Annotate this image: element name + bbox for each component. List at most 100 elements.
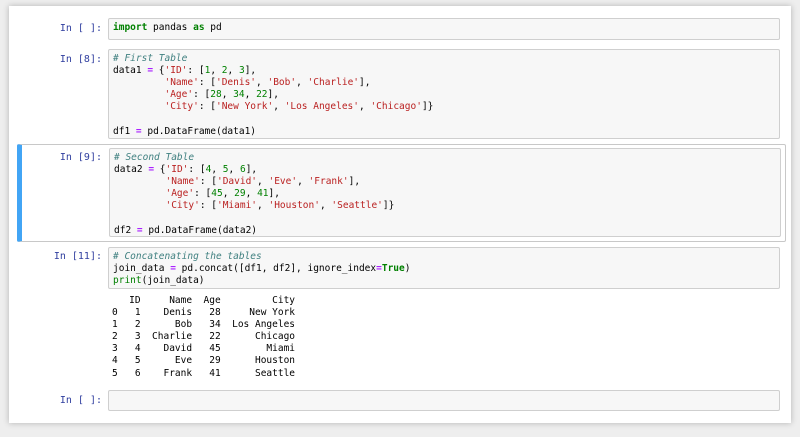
code-editor[interactable]: # Concatenating the tables join_data = p… — [108, 247, 780, 289]
code-token: : [ — [199, 176, 217, 188]
output-line: ID Name Age City — [112, 295, 296, 306]
code-token: print — [113, 275, 142, 287]
cell-prompt: In [8]: — [59, 54, 102, 65]
code-token: { — [153, 65, 165, 77]
code-token: 'City' — [164, 101, 199, 113]
output-line: 0 1 Denis 28 New York — [112, 307, 296, 319]
output-line: 3 4 David 45 Miami — [112, 343, 296, 355]
code-token: data2 — [114, 164, 149, 176]
code-token: , — [257, 176, 269, 188]
code-editor[interactable] — [108, 390, 780, 411]
code-token: , — [244, 89, 257, 101]
code-token: 'David' — [216, 176, 258, 188]
code-cell-import[interactable]: In [ ]: import pandas as pd — [21, 17, 787, 43]
code-token: True — [381, 263, 405, 275]
code-token: 'Miami' — [216, 200, 258, 212]
cell-prompt: In [9]: — [59, 152, 102, 163]
code-token: , — [245, 188, 258, 200]
code-token: 'Los Angeles' — [284, 101, 359, 113]
code-token: 'ID' — [164, 65, 188, 77]
code-token: : [ — [198, 77, 216, 89]
code-token: 'ID' — [165, 164, 189, 176]
code-token: : [ — [187, 65, 205, 77]
code-token: # Concatenating the tables — [113, 251, 262, 262]
output-text: ID Name Age City 0 1 Denis 28 New York 1… — [108, 295, 780, 380]
code-token: 'Chicago' — [370, 101, 422, 113]
code-token: 41 — [257, 188, 269, 200]
code-token: { — [154, 164, 166, 176]
code-token: , — [296, 77, 308, 89]
code-token: 'Name' — [165, 176, 200, 188]
code-token: 'Denis' — [215, 77, 257, 89]
code-token: : [ — [199, 200, 217, 212]
code-token: : [ — [194, 188, 212, 200]
output-line: 5 6 Frank 41 Seattle — [112, 367, 296, 379]
code-token: # Second Table — [114, 152, 195, 163]
code-token: , — [319, 200, 332, 212]
code-token: 'Age' — [165, 188, 195, 200]
code-token: ]} — [421, 101, 434, 113]
code-token: , — [227, 65, 239, 77]
code-token: 28 — [210, 89, 222, 101]
code-token: : [ — [198, 101, 216, 113]
output-line: 4 5 Eve 29 Houston — [112, 355, 296, 367]
code-token: df2 — [114, 224, 137, 236]
code-text — [109, 391, 779, 397]
code-token: join_data — [113, 263, 171, 275]
code-token: ], — [244, 65, 257, 77]
code-token: 'Frank' — [308, 176, 349, 188]
code-token: ], — [267, 89, 279, 101]
code-cell-first-table[interactable]: In [8]: # First Table data1 = {'ID': [1,… — [21, 48, 787, 142]
code-token: , — [222, 188, 235, 200]
code-text: # Concatenating the tables join_data = p… — [109, 248, 779, 290]
cell-prompt: In [ ]: — [59, 395, 102, 406]
code-cell-second-table[interactable]: In [9]: # Second Table data2 = {'ID': [4… — [17, 144, 786, 242]
code-token: pandas — [147, 22, 194, 33]
output-line: 2 3 Charlie 22 Chicago — [112, 331, 296, 343]
notebook-container: In [ ]: import pandas as pd In [8]: # Fi… — [9, 6, 791, 423]
code-token: 'Seattle' — [331, 200, 383, 212]
code-text: # First Table data1 = {'ID': [1, 2, 3], … — [109, 50, 779, 141]
code-token: , — [211, 164, 223, 176]
code-token: 'Bob' — [267, 77, 297, 89]
code-token: 'Eve' — [268, 176, 298, 188]
cell-prompt: In [11]: — [53, 251, 102, 262]
output-line: 1 2 Bob 34 Los Angeles — [112, 319, 296, 331]
code-token: 'Houston' — [268, 200, 320, 212]
code-cell-concatenate[interactable]: In [11]: # Concatenating the tables join… — [21, 246, 787, 384]
code-token: ]} — [382, 200, 395, 212]
code-editor[interactable]: # First Table data1 = {'ID': [1, 2, 3], … — [108, 49, 780, 139]
code-token: , — [256, 77, 268, 89]
code-token: ], — [348, 176, 361, 188]
code-token: 'Name' — [164, 77, 199, 89]
code-text: # Second Table data2 = {'ID': [4, 5, 6],… — [110, 149, 780, 240]
code-token: 'Age' — [164, 89, 194, 101]
code-token: : [ — [188, 164, 206, 176]
code-editor[interactable]: import pandas as pd — [108, 18, 780, 40]
code-editor[interactable]: # Second Table data2 = {'ID': [4, 5, 6],… — [109, 148, 781, 237]
code-token: , — [257, 200, 269, 212]
code-token: 'Charlie' — [307, 77, 360, 89]
code-token: 45 — [211, 188, 223, 200]
code-cell-empty[interactable]: In [ ]: — [21, 389, 787, 413]
code-token: 34 — [233, 89, 245, 101]
code-token: df1 — [113, 125, 136, 137]
code-token: pd.concat([df1, df2], ignore_index — [175, 263, 377, 275]
cell-output: ID Name Age City 0 1 Denis 28 New York 1… — [108, 295, 780, 380]
code-token: , — [297, 176, 309, 188]
code-token: import — [113, 22, 148, 33]
code-token: data1 — [113, 65, 148, 77]
code-token: , — [221, 89, 234, 101]
code-token: # First Table — [113, 53, 188, 64]
code-token: ], — [245, 164, 258, 176]
code-token: 'City' — [165, 200, 200, 212]
code-token: pd.DataFrame(data2) — [142, 224, 258, 236]
code-token: (join_data) — [141, 275, 205, 287]
code-token: ], — [268, 188, 280, 200]
code-token: 29 — [234, 188, 246, 200]
